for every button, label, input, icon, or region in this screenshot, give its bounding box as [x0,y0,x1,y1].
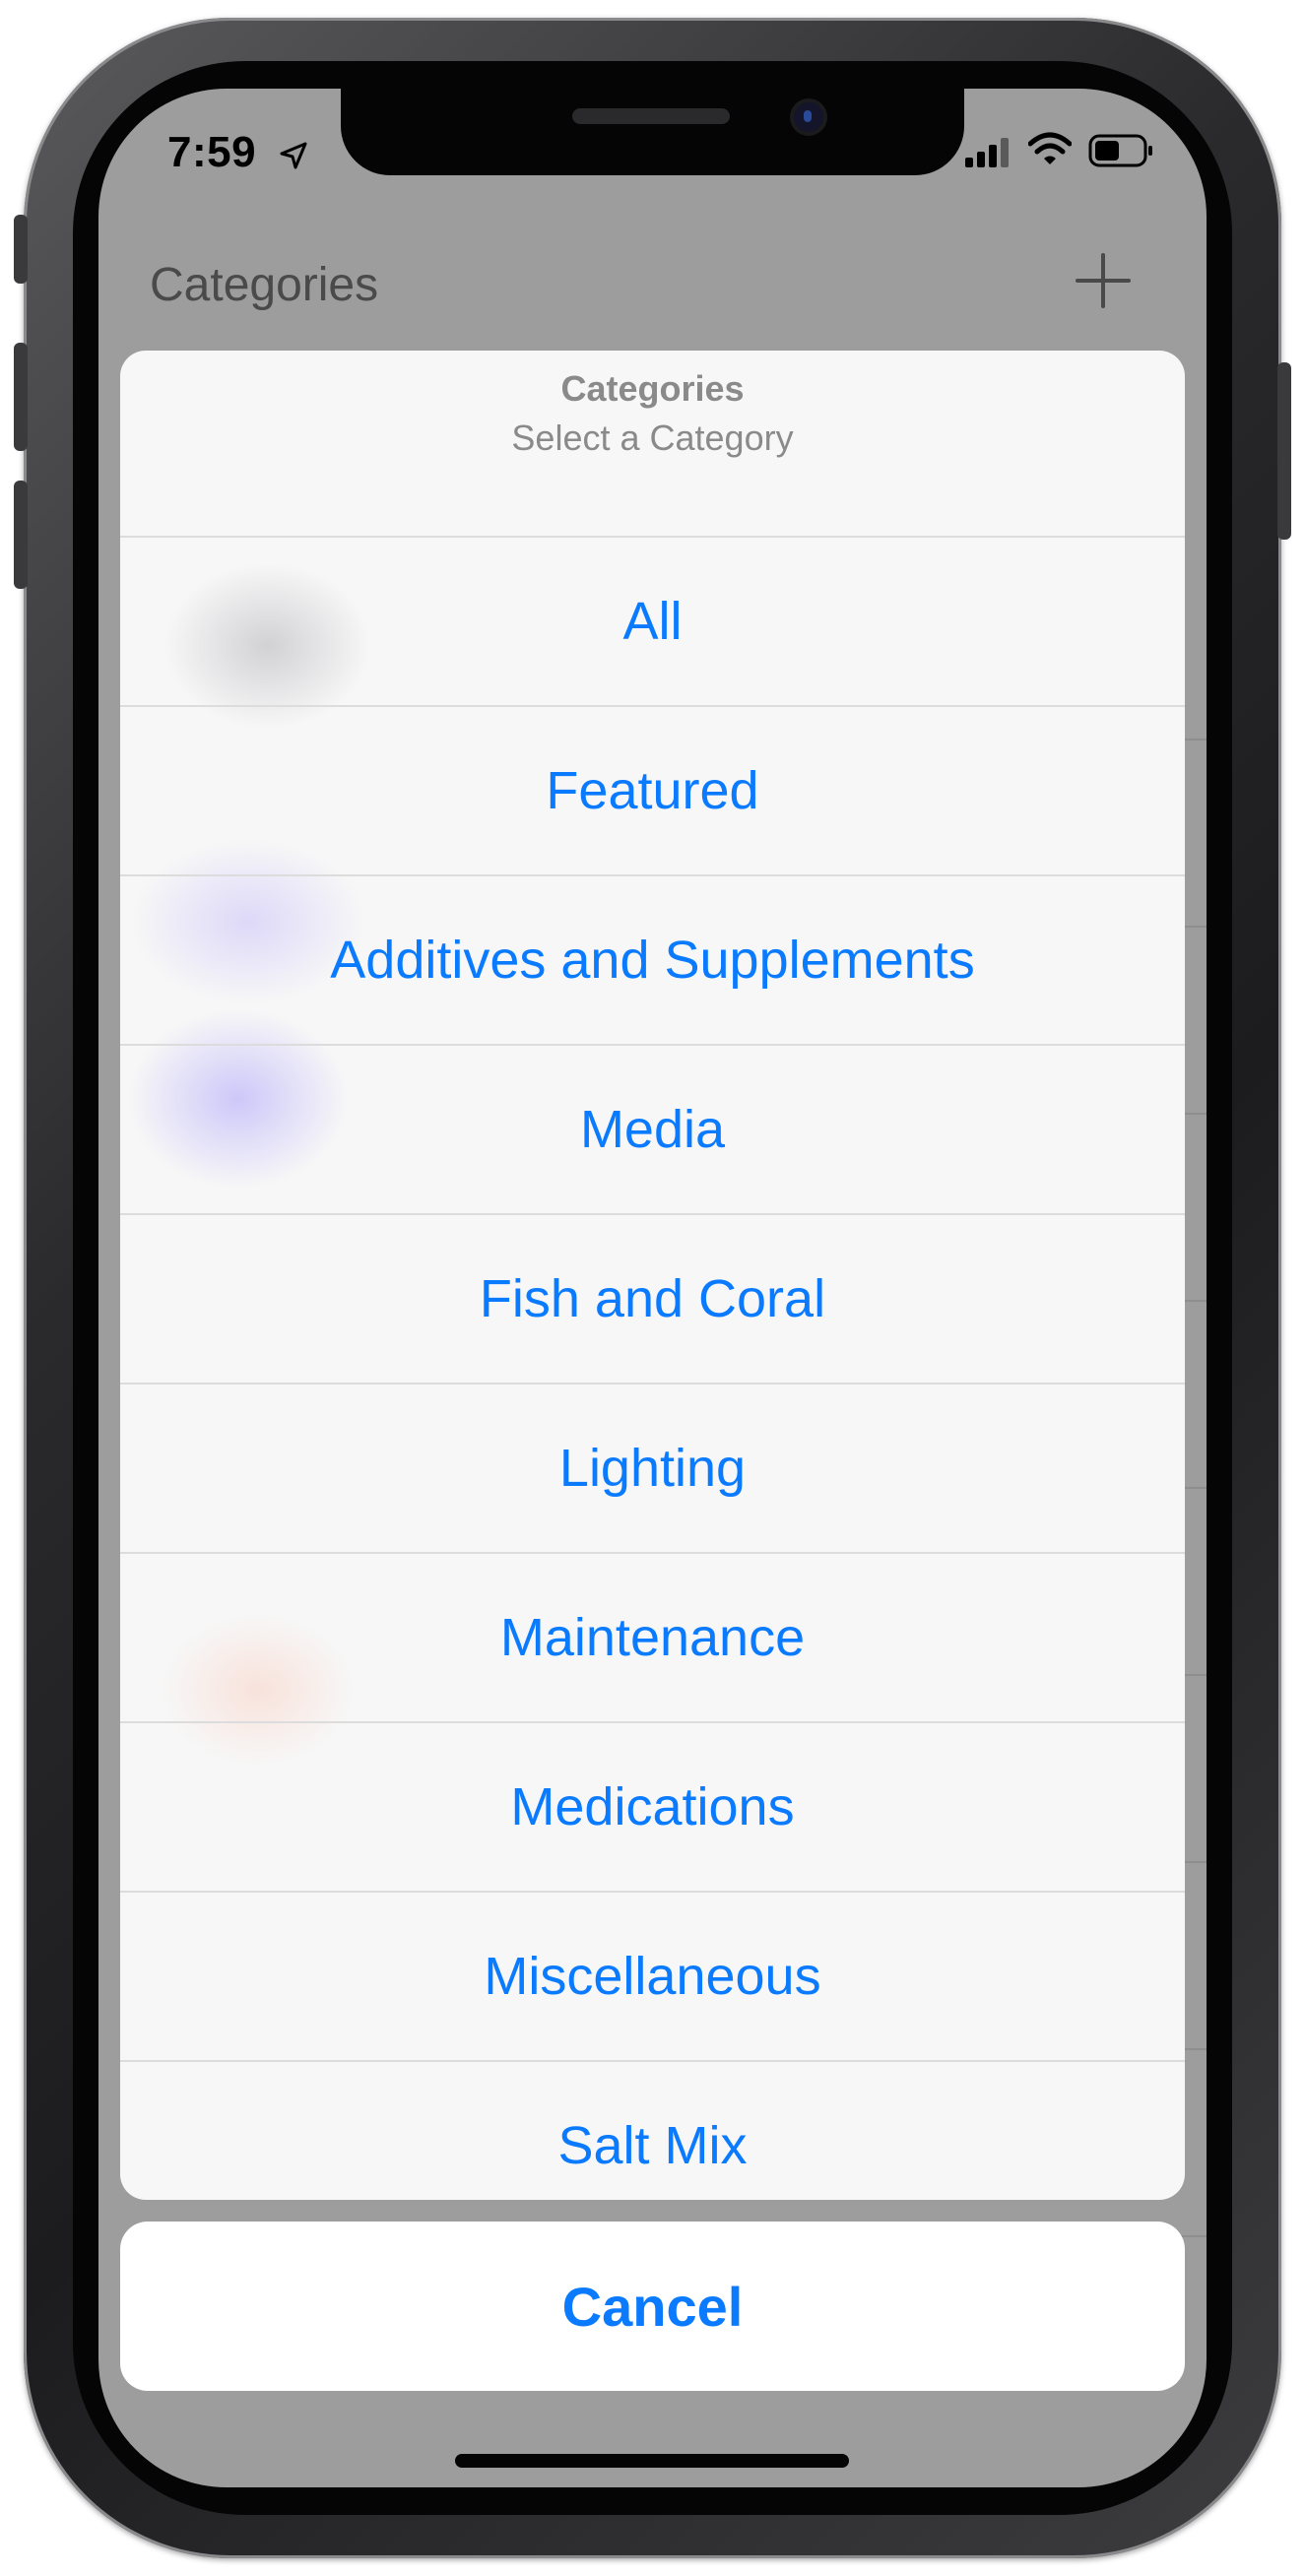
option-media[interactable]: Media [120,1044,1185,1213]
wifi-icon [1028,132,1072,164]
volume-up-button [14,343,28,451]
screen: Categories 7:59 Categories Select a Cate… [98,89,1207,2487]
option-featured[interactable]: Featured [120,705,1185,874]
speaker-grille [572,108,730,124]
status-time: 7:59 [167,128,257,176]
option-lighting[interactable]: Lighting [120,1383,1185,1552]
action-sheet: Categories Select a Category All Feature… [120,351,1185,2200]
nav-title: Categories [150,259,379,311]
plus-icon[interactable] [1074,251,1133,310]
mute-switch [14,215,28,284]
notch [341,89,964,175]
volume-down-button [14,481,28,589]
cancel-button[interactable]: Cancel [120,2222,1185,2391]
battery-icon [1088,134,1152,167]
location-arrow-icon [280,142,307,169]
option-fish-and-coral[interactable]: Fish and Coral [120,1213,1185,1383]
option-additives-and-supplements[interactable]: Additives and Supplements [120,874,1185,1044]
action-sheet-title: Categories [560,368,745,409]
option-salt-mix[interactable]: Salt Mix [120,2060,1185,2200]
action-sheet-header: Categories Select a Category [120,351,1185,536]
option-all[interactable]: All [120,536,1185,705]
option-medications[interactable]: Medications [120,1721,1185,1891]
cellular-signal-icon [965,138,1009,167]
side-button [1277,362,1291,540]
option-miscellaneous[interactable]: Miscellaneous [120,1891,1185,2060]
action-sheet-subtitle: Select a Category [511,418,794,458]
option-maintenance[interactable]: Maintenance [120,1552,1185,1721]
front-camera [794,102,823,132]
home-indicator[interactable] [455,2454,849,2468]
